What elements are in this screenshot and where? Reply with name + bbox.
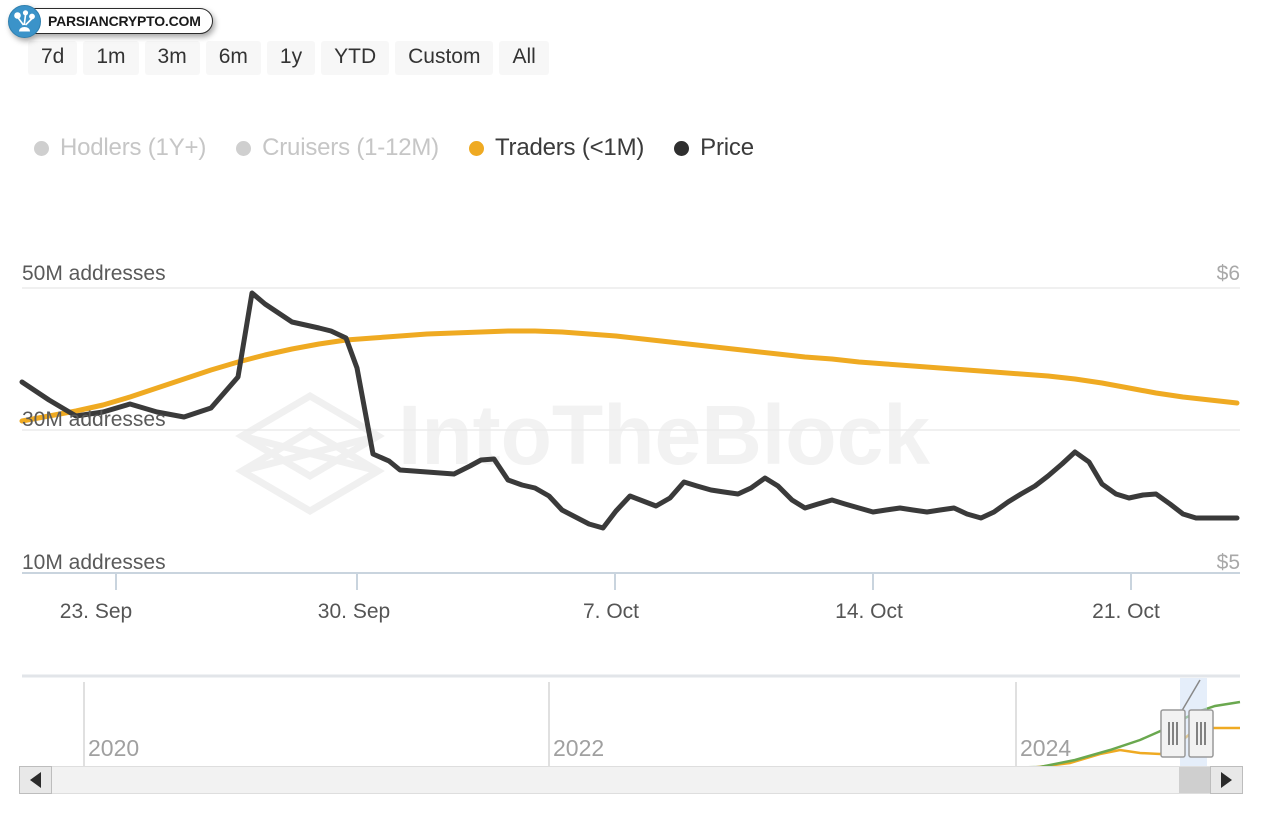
intotheblock-watermark: IntoTheBlock — [235, 388, 930, 516]
legend-item-hodlers[interactable]: Hodlers (1Y+) — [34, 134, 206, 162]
xaxis-label-30sep: 30. Sep — [318, 600, 390, 623]
scrollbar-track[interactable] — [52, 766, 1210, 794]
xaxis-label-21oct: 21. Oct — [1092, 600, 1160, 623]
intotheblock-watermark-text: IntoTheBlock — [398, 388, 930, 482]
watermark-pill: PARSIANCRYPTO.COM — [23, 8, 213, 34]
xaxis-label-23sep: 23. Sep — [60, 600, 132, 623]
legend-dot-icon — [236, 140, 252, 156]
legend-label-price: Price — [700, 134, 754, 161]
range-button-3m[interactable]: 3m — [144, 41, 200, 76]
xaxis-label-7oct: 7. Oct — [583, 600, 639, 623]
site-watermark-badge: PARSIANCRYPTO.COM — [8, 4, 213, 38]
legend-dot-icon — [468, 140, 484, 156]
chart-navigator[interactable]: 2020 2022 2024 — [0, 668, 1262, 778]
navigator-year-2024: 2024 — [1020, 735, 1071, 761]
range-button-1m[interactable]: 1m — [83, 41, 139, 76]
scrollbar-thumb[interactable] — [1179, 767, 1210, 793]
legend-dot-icon — [34, 140, 49, 156]
scroll-left-arrow-icon — [30, 772, 41, 788]
parsian-crypto-logo-icon — [8, 4, 41, 38]
yaxis-label-50m: 50M addresses — [22, 262, 166, 285]
xaxis-label-14oct: 14. Oct — [835, 600, 903, 623]
scroll-left-button[interactable] — [19, 766, 52, 794]
watermark-text: PARSIANCRYPTO.COM — [48, 13, 201, 29]
legend-item-traders[interactable]: Traders (<1M) — [468, 134, 645, 162]
legend-dot-icon — [674, 140, 690, 156]
range-button-6m[interactable]: 6m — [205, 41, 261, 76]
range-button-ytd[interactable]: YTD — [321, 41, 390, 76]
yaxis-label-30m: 30M addresses — [22, 408, 166, 431]
legend-label-cruisers: Cruisers (1-12M) — [262, 134, 439, 161]
legend-item-price[interactable]: Price — [674, 134, 754, 162]
range-button-all[interactable]: All — [499, 41, 549, 76]
legend-item-cruisers[interactable]: Cruisers (1-12M) — [236, 134, 439, 162]
intotheblock-cube-icon — [235, 391, 385, 516]
legend-label-traders: Traders (<1M) — [494, 134, 645, 161]
y2axis-label-5: $5 — [1217, 551, 1240, 574]
yaxis-label-10m: 10M addresses — [22, 551, 166, 574]
navigator-year-2022: 2022 — [553, 735, 604, 761]
scroll-right-button[interactable] — [1210, 766, 1243, 794]
navigator-handle-right[interactable] — [1188, 709, 1214, 758]
chart-legend: Hodlers (1Y+) Cruisers (1-12M) Traders (… — [34, 134, 754, 162]
main-chart[interactable]: IntoTheBlock 50M addresses 30M addresses… — [0, 246, 1262, 646]
navigator-scrollbar[interactable] — [19, 766, 1243, 794]
navigator-series-hodlers — [329, 700, 1241, 775]
range-button-7d[interactable]: 7d — [28, 41, 78, 76]
range-selector: 7d 1m 3m 6m 1y YTD Custom All — [28, 41, 549, 76]
y2axis-label-6: $6 — [1217, 262, 1240, 285]
navigator-handle-left[interactable] — [1160, 709, 1186, 758]
range-button-1y[interactable]: 1y — [266, 41, 316, 76]
scroll-right-arrow-icon — [1221, 772, 1232, 788]
legend-label-hodlers: Hodlers (1Y+) — [60, 134, 207, 161]
navigator-year-2020: 2020 — [88, 735, 139, 761]
range-button-custom[interactable]: Custom — [395, 41, 494, 76]
